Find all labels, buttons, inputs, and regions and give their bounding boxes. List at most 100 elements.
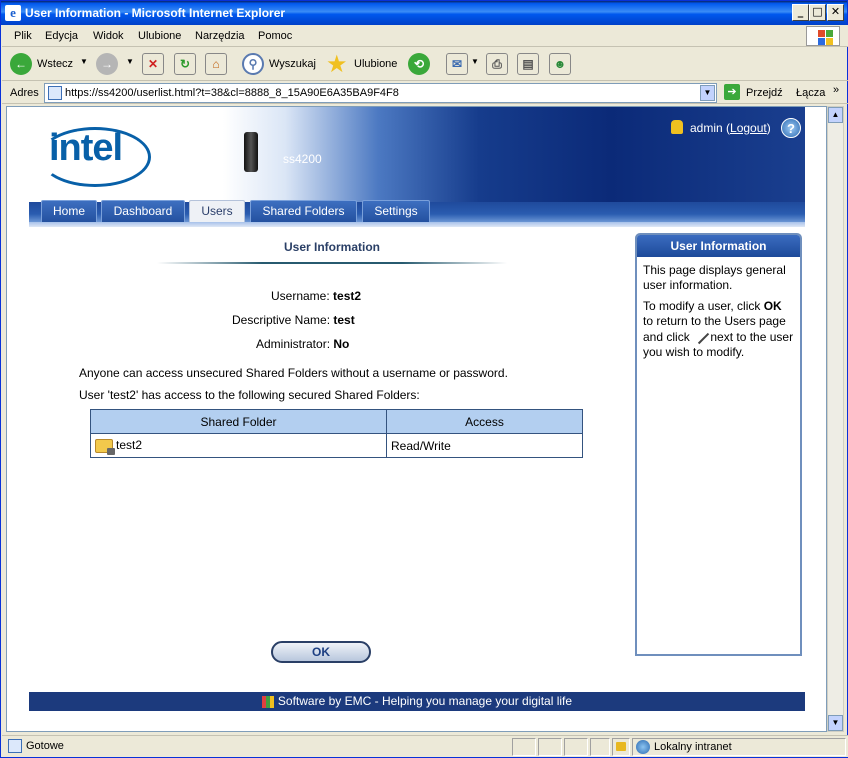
close-button[interactable]: ✕ — [827, 4, 844, 21]
back-label[interactable]: Wstecz — [37, 58, 73, 70]
forward-arrow-icon[interactable]: → — [96, 53, 118, 75]
title-divider — [157, 262, 507, 264]
page-icon — [48, 86, 62, 100]
messenger-icon[interactable]: ☻ — [549, 53, 571, 75]
tab-users[interactable]: Users — [189, 200, 245, 222]
window-title: User Information - Microsoft Internet Ex… — [25, 6, 286, 20]
scroll-down-icon[interactable]: ▼ — [828, 715, 843, 731]
status-pane — [512, 738, 536, 756]
address-dropdown-icon[interactable]: ▼ — [700, 85, 715, 101]
windows-logo-icon — [806, 26, 840, 46]
locked-folder-icon — [95, 438, 115, 455]
toolbar: ← Wstecz ▼ → ▼ ✕ ↻ ⌂ ⚲ Wyszukaj ★ Ulubio… — [2, 48, 848, 81]
unsecured-note: Anyone can access unsecured Shared Folde… — [79, 366, 508, 380]
help-text-ok: OK — [763, 299, 782, 313]
device-icon — [244, 132, 258, 172]
shared-folders-table: Shared Folder Access test2 Read/Write — [90, 409, 583, 458]
col-access: Access — [386, 409, 583, 434]
zone-text: Lokalny intranet — [654, 741, 732, 753]
admin-row: Administrator: No — [256, 337, 349, 351]
go-arrow-icon[interactable]: ➔ — [724, 84, 740, 100]
address-bar: Adres https://ss4200/userlist.html?t=38&… — [2, 82, 848, 104]
username-value: test2 — [333, 289, 362, 303]
links-button[interactable]: Łącza — [796, 87, 825, 99]
access-cell: Read/Write — [386, 433, 583, 458]
scroll-up-icon[interactable]: ▲ — [828, 107, 843, 123]
menu-view[interactable]: Widok — [93, 30, 124, 42]
tab-shared-folders[interactable]: Shared Folders — [250, 200, 357, 222]
address-label: Adres — [10, 87, 39, 99]
help-panel-body: This page displays general user informat… — [637, 257, 800, 372]
intel-logo[interactable]: intel — [49, 127, 123, 170]
main-title: User Information — [283, 240, 380, 254]
lock-icon — [616, 742, 626, 751]
user-status: admin (Logout) — [690, 121, 771, 135]
history-icon[interactable]: ⟲ — [408, 53, 430, 75]
device-label: ss4200 — [283, 152, 322, 166]
descname-label: Descriptive Name: — [232, 313, 331, 327]
forward-dropdown-icon[interactable]: ▼ — [126, 57, 134, 66]
table-header-row: Shared Folder Access — [90, 409, 583, 434]
admin-label: Administrator: — [256, 337, 331, 351]
status-zone-pane: Lokalny intranet — [632, 738, 846, 756]
footer-text: Software by EMC - Helping you manage you… — [277, 694, 573, 708]
maximize-button[interactable]: □ — [809, 4, 826, 21]
menu-edit[interactable]: Edycja — [45, 30, 78, 42]
tab-settings[interactable]: Settings — [362, 200, 430, 222]
back-arrow-icon[interactable]: ← — [10, 53, 32, 75]
links-chevron-icon[interactable]: » — [833, 84, 839, 96]
user-icon — [671, 120, 683, 134]
status-bar: Gotowe Lokalny intranet — [2, 735, 848, 757]
edit-icon[interactable]: ▤ — [517, 53, 539, 75]
status-text: Gotowe — [26, 740, 64, 752]
home-icon[interactable]: ⌂ — [205, 53, 227, 75]
ok-button[interactable]: OK — [271, 641, 371, 663]
page-viewport: intel ss4200 admin (Logout) ? Home Dashb… — [6, 106, 827, 732]
address-url: https://ss4200/userlist.html?t=38&cl=888… — [65, 87, 399, 99]
print-icon[interactable]: ⎙ — [486, 53, 508, 75]
mail-dropdown-icon[interactable]: ▼ — [471, 57, 479, 66]
favorites-star-icon[interactable]: ★ — [326, 50, 348, 79]
menu-bar: Plik Edycja Widok Ulubione Narzędzia Pom… — [2, 25, 848, 47]
nav-strip — [29, 222, 805, 227]
help-para-1: This page displays general user informat… — [643, 263, 786, 292]
status-pane — [564, 738, 588, 756]
menu-favorites[interactable]: Ulubione — [138, 30, 181, 42]
descname-row: Descriptive Name: test — [232, 313, 355, 327]
menu-tools[interactable]: Narzędzia — [195, 30, 245, 42]
address-input[interactable]: https://ss4200/userlist.html?t=38&cl=888… — [44, 83, 717, 103]
page-header: intel ss4200 admin (Logout) ? — [29, 107, 805, 202]
stop-icon[interactable]: ✕ — [142, 53, 164, 75]
favorites-label[interactable]: Ulubione — [354, 58, 397, 70]
col-shared-folder: Shared Folder — [90, 409, 387, 434]
help-icon[interactable]: ? — [781, 118, 801, 138]
search-label[interactable]: Wyszukaj — [269, 58, 316, 70]
help-panel-title: User Information — [637, 235, 800, 257]
page-background: intel ss4200 admin (Logout) ? Home Dashb… — [7, 107, 826, 731]
title-bar: e User Information - Microsoft Internet … — [1, 1, 847, 25]
username-label: Username: — [271, 289, 330, 303]
go-button[interactable]: Przejdź — [746, 87, 783, 99]
browser-window: e User Information - Microsoft Internet … — [0, 0, 848, 758]
refresh-icon[interactable]: ↻ — [174, 53, 196, 75]
search-icon[interactable]: ⚲ — [242, 53, 264, 75]
menu-file[interactable]: Plik — [14, 30, 32, 42]
mail-icon[interactable]: ✉ — [446, 53, 468, 75]
access-note: User 'test2' has access to the following… — [79, 388, 420, 402]
back-dropdown-icon[interactable]: ▼ — [80, 57, 88, 66]
logout-link[interactable]: Logout — [730, 121, 767, 135]
ie-icon: e — [5, 5, 21, 21]
status-lock-pane — [612, 738, 630, 756]
descname-value: test — [333, 313, 355, 327]
vertical-scrollbar[interactable]: ▲ ▼ — [827, 106, 844, 732]
tab-dashboard[interactable]: Dashboard — [101, 200, 185, 222]
help-para-2: To modify a user, click OK to return to … — [643, 299, 794, 360]
tab-home[interactable]: Home — [41, 200, 97, 222]
emc-logo-icon — [261, 695, 274, 708]
status-pane — [590, 738, 610, 756]
minimize-button[interactable]: _ — [792, 4, 809, 21]
menu-help[interactable]: Pomoc — [258, 30, 292, 42]
folder-cell: test2 — [90, 433, 387, 458]
status-page-icon — [8, 739, 22, 753]
table-row: test2 Read/Write — [90, 433, 583, 458]
